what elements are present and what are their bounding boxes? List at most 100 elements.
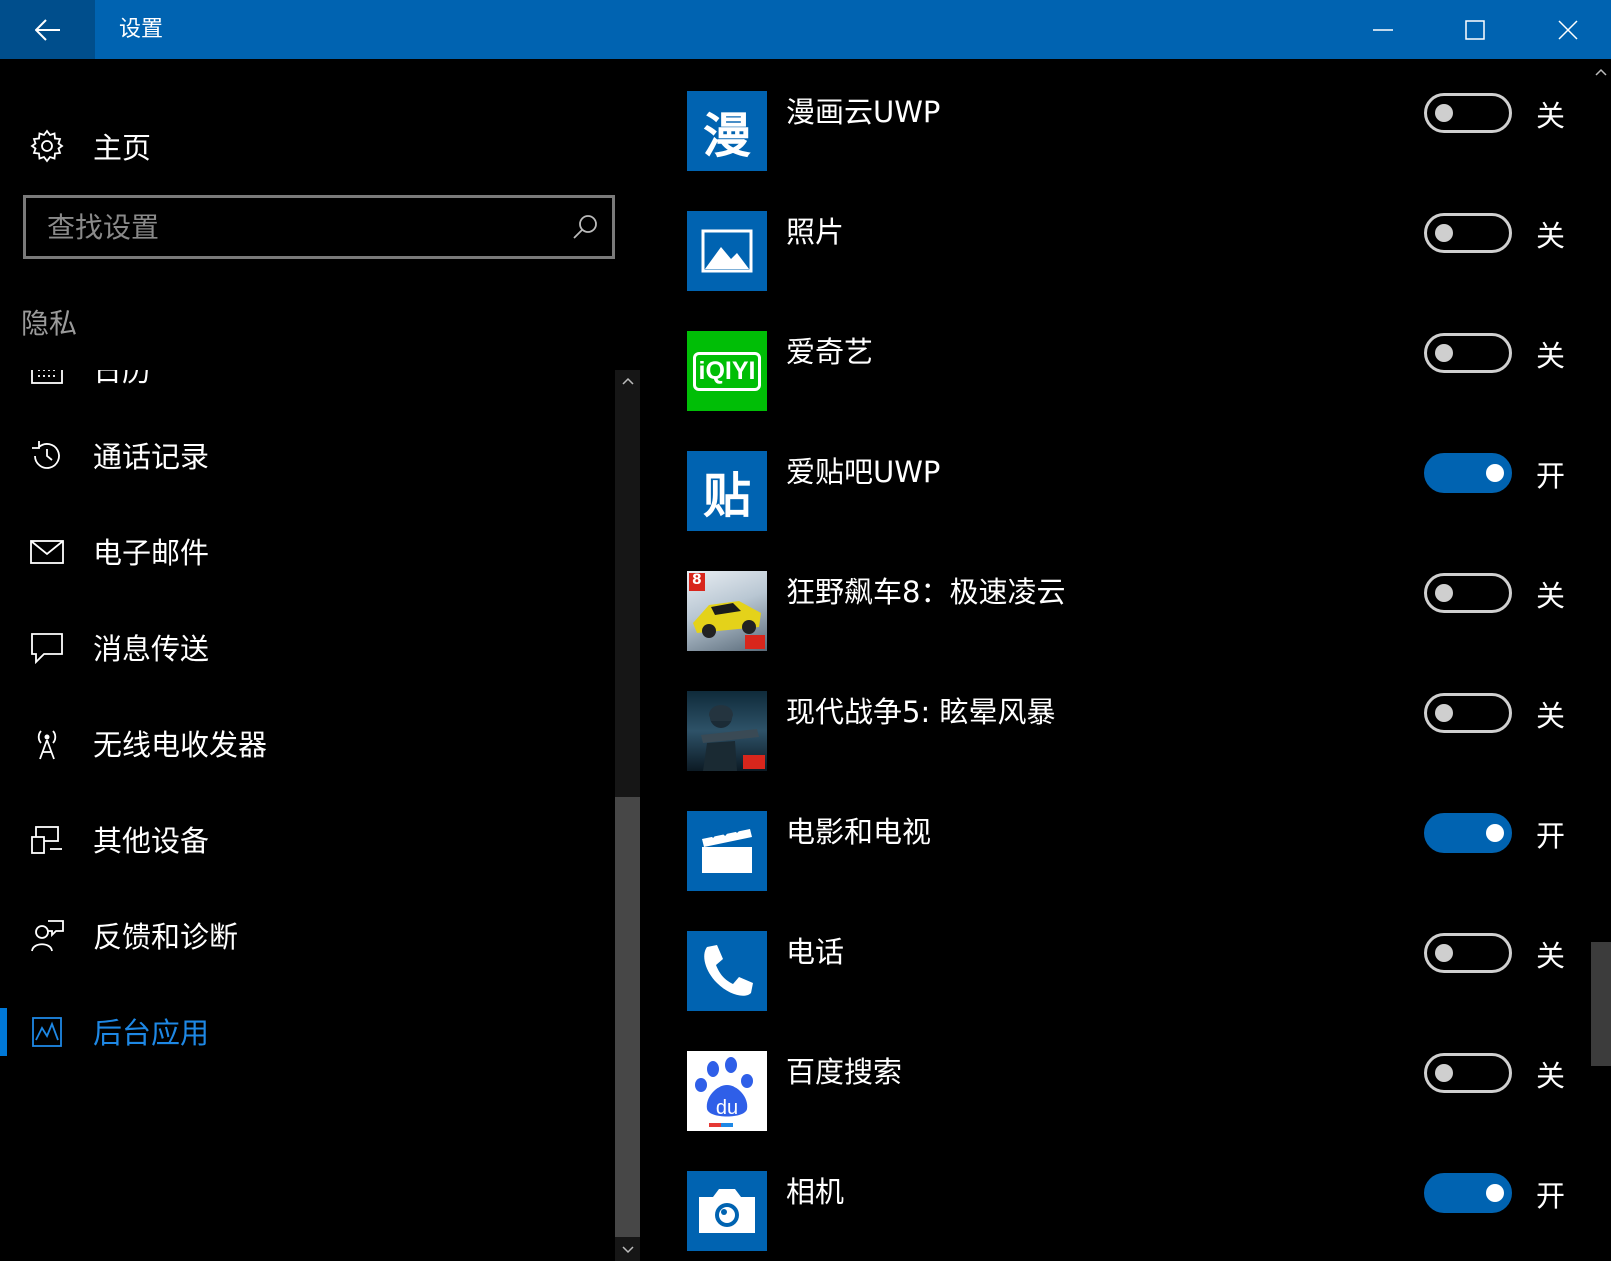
window-title: 设置: [119, 17, 164, 42]
toggle-knob: [1435, 1064, 1453, 1082]
modern-combat5-icon: [687, 691, 767, 771]
app-row: 电影和电视 开: [640, 779, 1591, 899]
iqiyi-icon: iQIYI: [687, 331, 767, 411]
scroll-thumb[interactable]: [615, 797, 640, 1237]
nav-label: 反馈和诊断: [93, 920, 239, 954]
search-input[interactable]: [26, 198, 556, 256]
toggle-knob: [1435, 584, 1453, 602]
tile-glyph: iQIYI: [692, 351, 762, 391]
nav-item-background-apps[interactable]: 后台应用: [0, 988, 610, 1076]
tile-badge: 8: [692, 572, 702, 588]
nav-item-call-history[interactable]: 通话记录: [0, 412, 610, 500]
maximize-icon: [1465, 19, 1485, 40]
search-button[interactable]: [566, 208, 604, 246]
background-toggle[interactable]: [1424, 573, 1512, 613]
app-list: 漫 漫画云UWP 关 照片 关 iQIYI 爱奇艺 关 贴 爱贴吧UWP 开 8…: [640, 59, 1591, 1261]
app-row: 漫 漫画云UWP 关: [640, 59, 1591, 179]
antenna-icon: [29, 726, 65, 762]
nav-scrollbar[interactable]: [615, 370, 640, 1261]
app-row: 现代战争5: 眩晕风暴 关: [640, 659, 1591, 779]
calendar-icon: [29, 370, 65, 388]
minimize-button[interactable]: [1337, 0, 1429, 59]
nav-list: 日历 通话记录 电子邮件 消息传送 无线电收发器 其他设备 反馈和诊断 后台应用: [0, 370, 615, 1261]
toggle-state-label: 关: [1536, 579, 1566, 613]
toggle-state-label: 关: [1536, 99, 1566, 133]
app-name: 电影和电视: [786, 815, 932, 849]
app-name: 爱奇艺: [786, 335, 874, 369]
background-toggle[interactable]: [1424, 693, 1512, 733]
app-row: 8 狂野飙车8：极速凌云 关: [640, 539, 1591, 659]
scroll-down-arrow-icon[interactable]: [615, 1239, 640, 1261]
nav-item-radios[interactable]: 无线电收发器: [0, 700, 610, 788]
toggle-state-label: 开: [1536, 819, 1566, 853]
app-name: 百度搜索: [786, 1055, 903, 1089]
toggle-state-label: 关: [1536, 699, 1566, 733]
search-box: [23, 195, 615, 259]
close-icon: [1558, 19, 1578, 40]
background-toggle[interactable]: [1424, 813, 1512, 853]
nav-item-feedback[interactable]: 反馈和诊断: [0, 892, 610, 980]
app-name: 狂野飙车8：极速凌云: [786, 575, 1066, 609]
toggle-knob: [1435, 344, 1453, 362]
toggle-knob: [1486, 464, 1504, 482]
home-nav-item[interactable]: 主页: [0, 103, 620, 189]
asphalt8-icon: 8: [687, 571, 767, 651]
home-label: 主页: [93, 131, 152, 165]
scroll-up-arrow-icon[interactable]: [615, 370, 640, 392]
selection-indicator: [0, 1008, 7, 1056]
app-name: 爱贴吧UWP: [786, 455, 941, 489]
nav-item-calendar[interactable]: 日历: [0, 370, 610, 414]
nav-label: 后台应用: [93, 1016, 210, 1050]
toggle-state-label: 关: [1536, 339, 1566, 373]
app-name: 漫画云UWP: [786, 95, 941, 129]
scroll-up-arrow-icon[interactable]: [1591, 61, 1611, 83]
maximize-button[interactable]: [1429, 0, 1521, 59]
background-toggle[interactable]: [1424, 213, 1512, 253]
background-toggle[interactable]: [1424, 93, 1512, 133]
app-name: 相机: [786, 1175, 845, 1209]
nav-item-other-devices[interactable]: 其他设备: [0, 796, 610, 884]
close-button[interactable]: [1522, 0, 1611, 59]
background-toggle[interactable]: [1424, 453, 1512, 493]
toggle-state-label: 关: [1536, 1059, 1566, 1093]
app-row: du 百度搜索 关: [640, 1019, 1591, 1139]
photos-icon: [687, 211, 767, 291]
content-scrollbar[interactable]: [1591, 59, 1611, 1261]
navigation-pane: 主页 隐私 日历 通话记录 电子邮: [0, 59, 640, 1261]
tile-glyph: 贴: [702, 468, 751, 524]
app-row: 电话 关: [640, 899, 1591, 1019]
tieba-icon: 贴: [687, 451, 767, 531]
devices-icon: [29, 822, 65, 858]
app-row: 贴 爱贴吧UWP 开: [640, 419, 1591, 539]
app-row: iQIYI 爱奇艺 关: [640, 299, 1591, 419]
back-button[interactable]: [0, 0, 95, 59]
tile-glyph: 漫: [702, 108, 751, 164]
background-toggle[interactable]: [1424, 1173, 1512, 1213]
toggle-knob: [1435, 104, 1453, 122]
nav-label: 电子邮件: [93, 536, 210, 570]
section-heading: 隐私: [21, 307, 78, 340]
app-name: 照片: [786, 215, 845, 249]
camera-icon: [687, 1171, 767, 1251]
toggle-state-label: 关: [1536, 939, 1566, 973]
phone-icon: [687, 931, 767, 1011]
toggle-knob: [1435, 944, 1453, 962]
tile-glyph: du: [715, 1097, 739, 1119]
nav-item-email[interactable]: 电子邮件: [0, 508, 610, 596]
search-icon: [573, 215, 597, 239]
background-toggle[interactable]: [1424, 333, 1512, 373]
scroll-thumb[interactable]: [1591, 942, 1611, 1066]
background-toggle[interactable]: [1424, 1053, 1512, 1093]
back-arrow-icon: [34, 18, 60, 41]
nav-label: 日历: [93, 370, 152, 388]
manhuayun-icon: 漫: [687, 91, 767, 171]
background-toggle[interactable]: [1424, 933, 1512, 973]
background-apps-icon: [29, 1014, 65, 1050]
nav-item-messaging[interactable]: 消息传送: [0, 604, 610, 692]
title-bar: 设置: [0, 0, 1611, 59]
nav-label: 无线电收发器: [93, 728, 268, 762]
toggle-knob: [1435, 704, 1453, 722]
chat-icon: [29, 630, 65, 666]
movies-tv-icon: [687, 811, 767, 891]
toggle-state-label: 关: [1536, 219, 1566, 253]
